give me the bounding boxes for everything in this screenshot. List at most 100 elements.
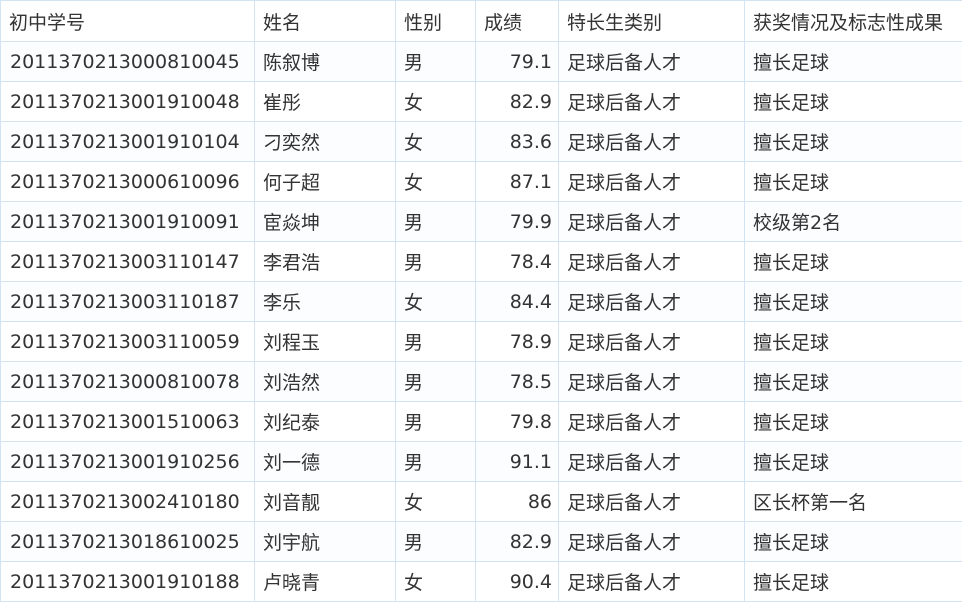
cell-score: 78.9: [475, 321, 559, 362]
cell-score: 82.9: [475, 521, 559, 562]
student-table: 初中学号 姓名 性别 成绩 特长生类别 获奖情况及标志性成果 201137021…: [0, 0, 962, 602]
cell-awards: 擅长足球: [744, 81, 962, 122]
cell-specialty-category: 足球后备人才: [558, 401, 745, 442]
cell-specialty-category: 足球后备人才: [558, 161, 745, 202]
cell-gender: 男: [395, 361, 476, 402]
table-row: 2011370213001910091 宦焱坤男 79.9 足球后备人才 校级第2名: [0, 201, 962, 242]
cell-student-id: 2011370213003110147: [0, 241, 255, 282]
cell-gender: 男: [395, 321, 476, 362]
cell-awards: 擅长足球: [744, 361, 962, 402]
cell-awards: 擅长足球: [744, 161, 962, 202]
header-student-id: 初中学号: [0, 0, 255, 42]
cell-gender: 男: [395, 401, 476, 442]
cell-name: 刘浩然: [254, 361, 396, 402]
cell-specialty-category: 足球后备人才: [558, 281, 745, 322]
cell-awards: 擅长足球: [744, 561, 962, 602]
cell-score: 78.5: [475, 361, 559, 402]
cell-score: 83.6: [475, 121, 559, 162]
cell-specialty-category: 足球后备人才: [558, 481, 745, 522]
cell-score: 79.1: [475, 41, 559, 82]
cell-name: 崔彤: [254, 81, 396, 122]
header-row: 初中学号 姓名 性别 成绩 特长生类别 获奖情况及标志性成果: [0, 0, 962, 42]
cell-specialty-category: 足球后备人才: [558, 561, 745, 602]
header-gender: 性别: [395, 0, 476, 42]
cell-score: 91.1: [475, 441, 559, 482]
table-row: 2011370213000810078 刘浩然男 78.5 足球后备人才 擅长足球: [0, 361, 962, 402]
cell-specialty-category: 足球后备人才: [558, 441, 745, 482]
cell-gender: 女: [395, 561, 476, 602]
cell-specialty-category: 足球后备人才: [558, 321, 745, 362]
table-row: 2011370213000810045 陈叙博男 79.1 足球后备人才 擅长足球: [0, 41, 962, 82]
cell-student-id: 2011370213001910091: [0, 201, 255, 242]
cell-awards: 擅长足球: [744, 41, 962, 82]
cell-gender: 女: [395, 281, 476, 322]
cell-score: 78.4: [475, 241, 559, 282]
table-row: 2011370213001910256 刘一德男 91.1 足球后备人才 擅长足球: [0, 441, 962, 482]
header-specialty-category: 特长生类别: [558, 0, 745, 42]
cell-name: 刘音靓: [254, 481, 396, 522]
cell-name: 李乐: [254, 281, 396, 322]
cell-student-id: 2011370213003110187: [0, 281, 255, 322]
cell-awards: 擅长足球: [744, 521, 962, 562]
cell-name: 刘一德: [254, 441, 396, 482]
cell-awards: 擅长足球: [744, 281, 962, 322]
cell-name: 刘宇航: [254, 521, 396, 562]
cell-student-id: 2011370213001910104: [0, 121, 255, 162]
cell-specialty-category: 足球后备人才: [558, 201, 745, 242]
cell-gender: 女: [395, 161, 476, 202]
cell-student-id: 2011370213018610025: [0, 521, 255, 562]
table-row: 2011370213003110187 李乐女 84.4 足球后备人才 擅长足球: [0, 281, 962, 322]
cell-score: 82.9: [475, 81, 559, 122]
cell-awards: 擅长足球: [744, 401, 962, 442]
cell-specialty-category: 足球后备人才: [558, 121, 745, 162]
cell-student-id: 2011370213000610096: [0, 161, 255, 202]
cell-student-id: 2011370213001910048: [0, 81, 255, 122]
table-row: 2011370213003110147 李君浩男 78.4 足球后备人才 擅长足球: [0, 241, 962, 282]
cell-name: 李君浩: [254, 241, 396, 282]
cell-awards: 区长杯第一名: [744, 481, 962, 522]
cell-score: 79.9: [475, 201, 559, 242]
cell-gender: 女: [395, 81, 476, 122]
cell-student-id: 2011370213001910188: [0, 561, 255, 602]
table-row: 2011370213003110059 刘程玉男 78.9 足球后备人才 擅长足球: [0, 321, 962, 362]
cell-name: 刁奕然: [254, 121, 396, 162]
cell-specialty-category: 足球后备人才: [558, 521, 745, 562]
cell-gender: 男: [395, 241, 476, 282]
cell-specialty-category: 足球后备人才: [558, 41, 745, 82]
cell-awards: 校级第2名: [744, 201, 962, 242]
cell-student-id: 2011370213002410180: [0, 481, 255, 522]
header-score: 成绩: [475, 0, 559, 42]
cell-student-id: 2011370213001910256: [0, 441, 255, 482]
cell-gender: 男: [395, 41, 476, 82]
table-row: 2011370213001510063 刘纪泰男 79.8 足球后备人才 擅长足球: [0, 401, 962, 442]
cell-gender: 女: [395, 121, 476, 162]
cell-awards: 擅长足球: [744, 121, 962, 162]
cell-name: 刘纪泰: [254, 401, 396, 442]
table-header: 初中学号 姓名 性别 成绩 特长生类别 获奖情况及标志性成果: [0, 0, 962, 42]
header-awards: 获奖情况及标志性成果: [744, 0, 962, 42]
table-row: 2011370213001910104 刁奕然女 83.6 足球后备人才 擅长足球: [0, 121, 962, 162]
cell-name: 宦焱坤: [254, 201, 396, 242]
cell-name: 何子超: [254, 161, 396, 202]
cell-score: 84.4: [475, 281, 559, 322]
cell-student-id: 2011370213001510063: [0, 401, 255, 442]
table-row: 2011370213001910048 崔彤女 82.9 足球后备人才 擅长足球: [0, 81, 962, 122]
table-row: 2011370213001910188 卢晓青女 90.4 足球后备人才 擅长足球: [0, 561, 962, 602]
table-row: 2011370213002410180 刘音靓女 86 足球后备人才 区长杯第一名: [0, 481, 962, 522]
cell-gender: 男: [395, 521, 476, 562]
table-row: 2011370213018610025 刘宇航男 82.9 足球后备人才 擅长足球: [0, 521, 962, 562]
cell-student-id: 2011370213003110059: [0, 321, 255, 362]
cell-student-id: 2011370213000810078: [0, 361, 255, 402]
cell-name: 刘程玉: [254, 321, 396, 362]
header-name: 姓名: [254, 0, 396, 42]
table-body: 2011370213000810045 陈叙博男 79.1 足球后备人才 擅长足球 201…: [0, 41, 962, 602]
cell-score: 86: [475, 481, 559, 522]
cell-score: 79.8: [475, 401, 559, 442]
cell-specialty-category: 足球后备人才: [558, 241, 745, 282]
cell-gender: 男: [395, 441, 476, 482]
cell-name: 卢晓青: [254, 561, 396, 602]
cell-awards: 擅长足球: [744, 241, 962, 282]
table-row: 2011370213000610096 何子超女 87.1 足球后备人才 擅长足球: [0, 161, 962, 202]
cell-awards: 擅长足球: [744, 321, 962, 362]
cell-student-id: 2011370213000810045: [0, 41, 255, 82]
